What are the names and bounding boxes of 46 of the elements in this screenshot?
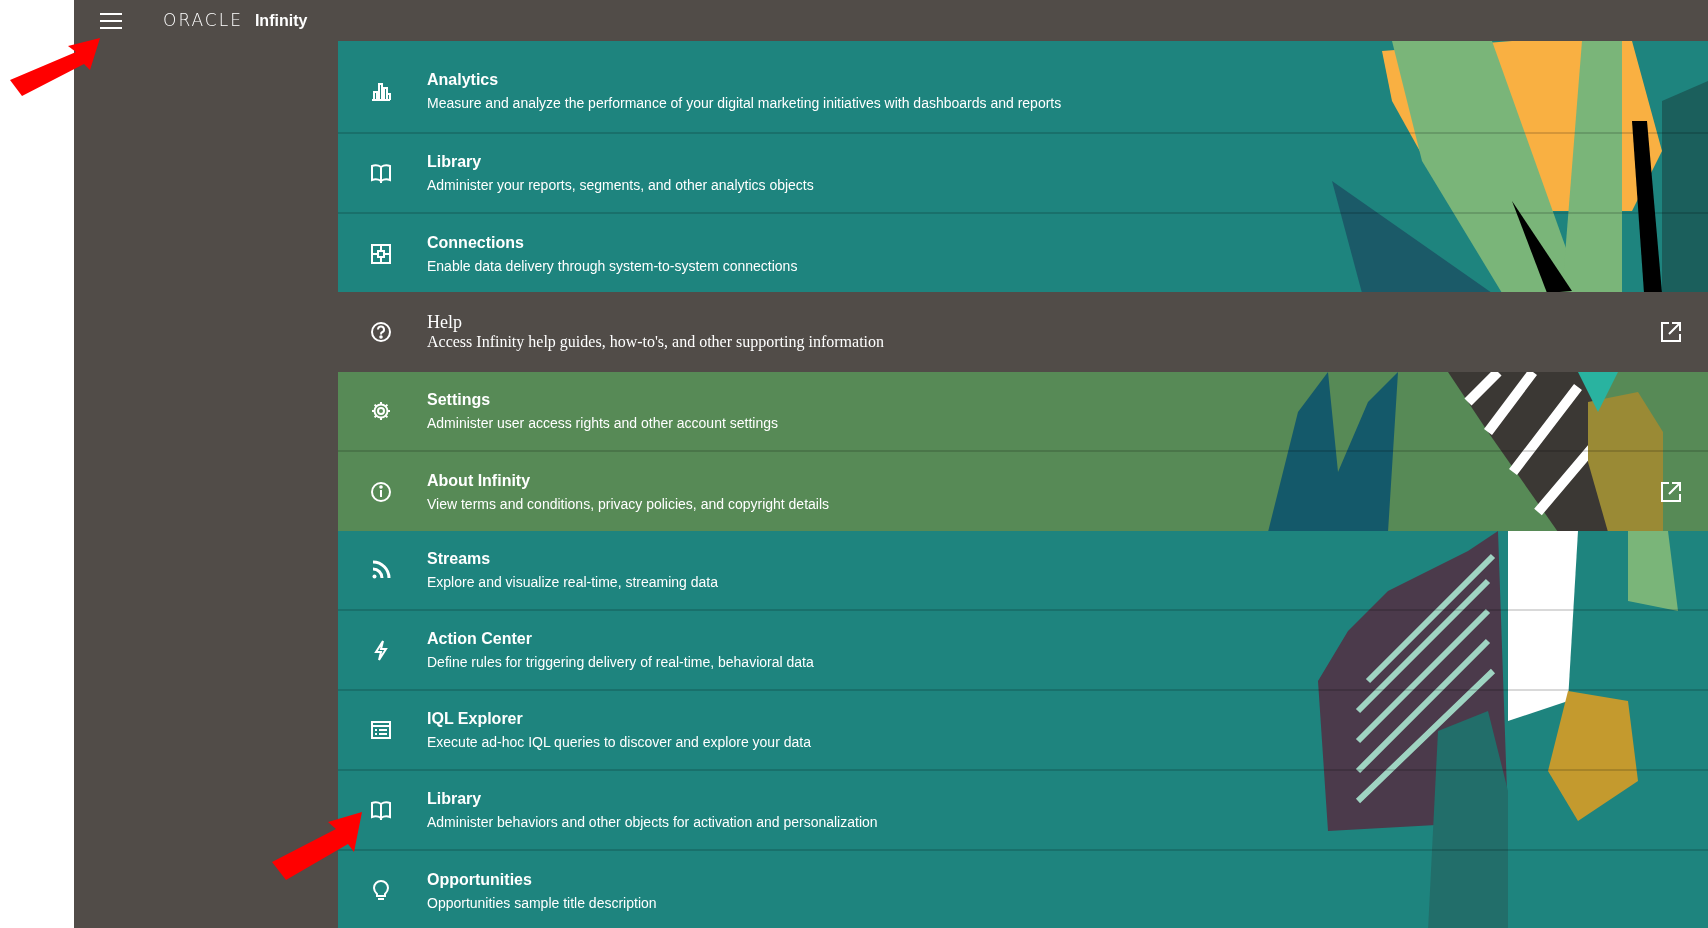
item-title: Connections bbox=[427, 233, 525, 253]
menu-item[interactable]: IQL Explorer Execute ad-hoc IQL queries to discover and explore your data bbox=[338, 690, 1708, 771]
item-description: Enable data delivery through system-to-system connections bbox=[427, 257, 798, 276]
item-title: Analytics bbox=[427, 69, 500, 90]
book-icon bbox=[370, 798, 392, 821]
item-description: Explore and visualize real-time, streaming data bbox=[427, 572, 719, 592]
menu-item[interactable]: Streams Explore and visualize real-time, streaming data bbox=[338, 530, 1708, 611]
item-title: Action Center bbox=[427, 628, 533, 649]
item-title: Opportunities bbox=[427, 869, 533, 890]
item-description: Access Infinity help guides, how-to's, and other supporting information bbox=[427, 332, 885, 353]
item-description: Opportunities sample title description bbox=[427, 893, 657, 913]
item-description: Administer behaviors and other objects for activation and personalization bbox=[427, 812, 878, 832]
puzzle-icon bbox=[370, 243, 392, 265]
item-description: Administer your reports, segments, and other analytics objects bbox=[427, 176, 814, 195]
item-title: Library bbox=[427, 788, 483, 809]
menu-item[interactable]: Library Administer your reports, segments, and other analytics objects bbox=[338, 134, 1708, 214]
item-description: Administer user access rights and other account settings bbox=[427, 413, 778, 433]
help-icon bbox=[370, 321, 392, 344]
item-title: Settings bbox=[427, 389, 492, 410]
external-link-icon[interactable] bbox=[1660, 321, 1682, 344]
menu-item[interactable]: Settings Administer user access rights and other account settings bbox=[338, 371, 1708, 452]
item-title: Library bbox=[427, 152, 483, 172]
oracle-logo: ORACLE bbox=[163, 8, 243, 32]
menu-button[interactable] bbox=[100, 12, 122, 29]
product-name: Infinity bbox=[254, 10, 308, 31]
item-title: Help bbox=[427, 312, 463, 333]
item-description: Execute ad-hoc IQL queries to discover and explore your data bbox=[427, 732, 811, 752]
menu-item[interactable]: About Infinity View terms and conditions, privacy policies, and copyright details bbox=[338, 451, 1708, 531]
item-title: IQL Explorer bbox=[427, 708, 524, 729]
rss-feed-icon bbox=[370, 558, 392, 581]
settings-icon bbox=[370, 399, 392, 422]
list-icon bbox=[370, 718, 392, 741]
item-description: Measure and analyze the performance of your digital marketing initiatives with dashboards and reports bbox=[427, 93, 1062, 113]
item-description: View terms and conditions, privacy policies, and copyright details bbox=[427, 494, 830, 514]
item-description: Define rules for triggering delivery of real-time, behavioral data bbox=[427, 652, 814, 672]
menu-item[interactable]: Connections Enable data delivery through system-to-system connections bbox=[338, 214, 1708, 293]
menu-item[interactable]: Help Access Infinity help guides, how-to's, and other supporting information bbox=[338, 292, 1708, 372]
menu-item[interactable]: Opportunities Opportunities sample title description bbox=[338, 850, 1708, 928]
external-link-icon[interactable] bbox=[1660, 480, 1682, 503]
menu-item[interactable]: Analytics Measure and analyze the performance of your digital marketing initiatives with dashboards and reports bbox=[338, 41, 1708, 134]
menu-item[interactable]: Action Center Define rules for triggering delivery of real-time, behavioral data bbox=[338, 610, 1708, 691]
book-icon bbox=[370, 162, 392, 184]
item-title: About Infinity bbox=[427, 470, 532, 491]
lightbulb-icon bbox=[370, 879, 392, 902]
item-title: Streams bbox=[427, 548, 492, 569]
info-icon bbox=[370, 480, 392, 503]
